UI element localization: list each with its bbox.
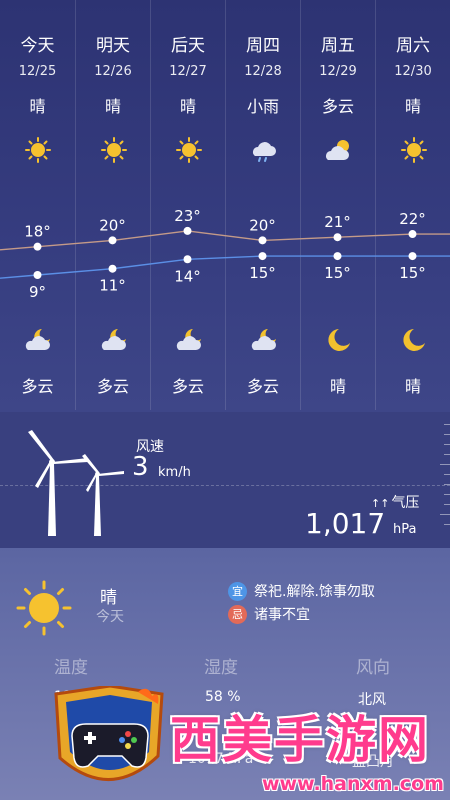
day-condition: 晴 xyxy=(179,97,196,116)
cloud-moon-icon xyxy=(251,329,276,350)
day-date: 12/30 xyxy=(394,64,432,79)
low-temp-point xyxy=(258,252,267,261)
cloud-sun-icon xyxy=(326,140,349,160)
day-name: 后天 xyxy=(171,36,205,56)
stat-label-humidity: 湿度 xyxy=(204,658,238,678)
good-text: 祭祀.解除.馀事勿取 xyxy=(254,584,375,600)
stat-label-temperature: 温度 xyxy=(54,658,88,678)
sun-icon xyxy=(25,137,51,163)
low-temp-point xyxy=(183,255,192,264)
low-temp-point xyxy=(33,271,42,279)
night-condition: 晴 xyxy=(404,377,421,396)
day-name: 今天 xyxy=(20,36,55,56)
sun-icon xyxy=(101,137,127,163)
cloud-moon-icon xyxy=(101,329,126,350)
low-temp-line xyxy=(0,255,450,279)
day-name: 周四 xyxy=(246,36,280,56)
night-condition: 多云 xyxy=(96,377,129,396)
low-temp-label: 14° xyxy=(174,267,201,285)
high-temp-label: 18° xyxy=(24,223,51,241)
high-temp-point xyxy=(183,226,192,235)
wind-speed-unit: km/h xyxy=(158,465,191,480)
moon-icon xyxy=(403,329,425,351)
day-date: 12/28 xyxy=(244,64,282,79)
good-badge: 宜 xyxy=(228,581,247,601)
almanac-bad: 忌 诸事不宜 xyxy=(228,604,310,624)
stat-label-wind-direction: 风向 xyxy=(356,658,390,678)
cloud-moon-icon xyxy=(25,329,50,350)
day-date: 12/25 xyxy=(18,64,57,79)
forecast-panel[interactable]: 今天 12/25 晴 多云 明天 12/26 晴 多云 后天 12/27 晴 多… xyxy=(0,0,450,412)
high-temp-label: 23° xyxy=(174,207,201,225)
night-condition: 多云 xyxy=(246,377,279,396)
day-condition: 晴 xyxy=(29,97,46,116)
high-temp-point xyxy=(408,230,417,239)
low-temp-label: 15° xyxy=(249,264,276,282)
almanac-good: 宜 祭祀.解除.馀事勿取 xyxy=(228,581,375,601)
day-condition: 晴 xyxy=(404,97,421,116)
watermark-text: 西美手游网 xyxy=(170,711,430,769)
bad-badge: 忌 xyxy=(228,604,247,624)
bad-text: 诸事不宜 xyxy=(254,607,310,623)
high-temp-label: 22° xyxy=(399,210,426,228)
night-condition: 晴 xyxy=(329,377,346,396)
high-temp-label: 20° xyxy=(99,216,126,234)
low-temp-label: 9° xyxy=(29,283,46,300)
today-sun-icon xyxy=(16,580,72,636)
low-temp-point xyxy=(408,252,417,261)
low-temp-label: 15° xyxy=(324,264,351,282)
day-name: 周五 xyxy=(321,36,355,56)
day-name: 周六 xyxy=(396,36,430,56)
low-temp-point xyxy=(108,264,117,273)
today-day-label: 今天 xyxy=(96,609,124,625)
pressure-label-text: 气压 xyxy=(391,495,420,511)
pressure-value: 1,017 xyxy=(305,507,386,540)
day-condition: 多云 xyxy=(321,97,354,116)
high-temp-point xyxy=(108,236,117,245)
high-temp-label: 21° xyxy=(324,213,351,231)
high-temp-point xyxy=(258,236,267,245)
high-temp-point xyxy=(33,242,42,251)
pressure-unit: hPa xyxy=(393,522,417,537)
day-date: 12/29 xyxy=(319,64,357,79)
high-temp-point xyxy=(333,233,342,242)
day-name: 明天 xyxy=(96,36,130,56)
sun-icon xyxy=(401,137,427,163)
today-condition: 晴 xyxy=(100,588,117,608)
high-temp-label: 20° xyxy=(249,216,276,234)
day-condition: 晴 xyxy=(104,97,121,116)
low-temp-point xyxy=(333,252,342,261)
cloud-moon-icon xyxy=(176,329,201,350)
moon-icon xyxy=(328,329,350,351)
night-condition: 多云 xyxy=(171,377,204,396)
wind-speed-value: 3 xyxy=(132,452,149,482)
watermark-url: www.hanxm.com xyxy=(262,773,444,795)
day-date: 12/27 xyxy=(169,64,207,79)
sun-icon xyxy=(176,137,202,163)
rain-cloud-icon xyxy=(253,142,276,162)
night-condition: 多云 xyxy=(21,377,54,396)
day-date: 12/26 xyxy=(94,64,132,79)
day-condition: 小雨 xyxy=(246,97,279,116)
temperature-chart: 18° 20° 23° 20° 21° 22° 9° 11° 14° 15° 15° 15° xyxy=(0,207,450,300)
wind-turbine-small-icon xyxy=(82,454,124,536)
low-temp-label: 15° xyxy=(399,264,426,282)
high-temp-line xyxy=(0,230,450,251)
pressure-scale xyxy=(440,424,450,544)
low-temp-label: 11° xyxy=(99,277,126,295)
